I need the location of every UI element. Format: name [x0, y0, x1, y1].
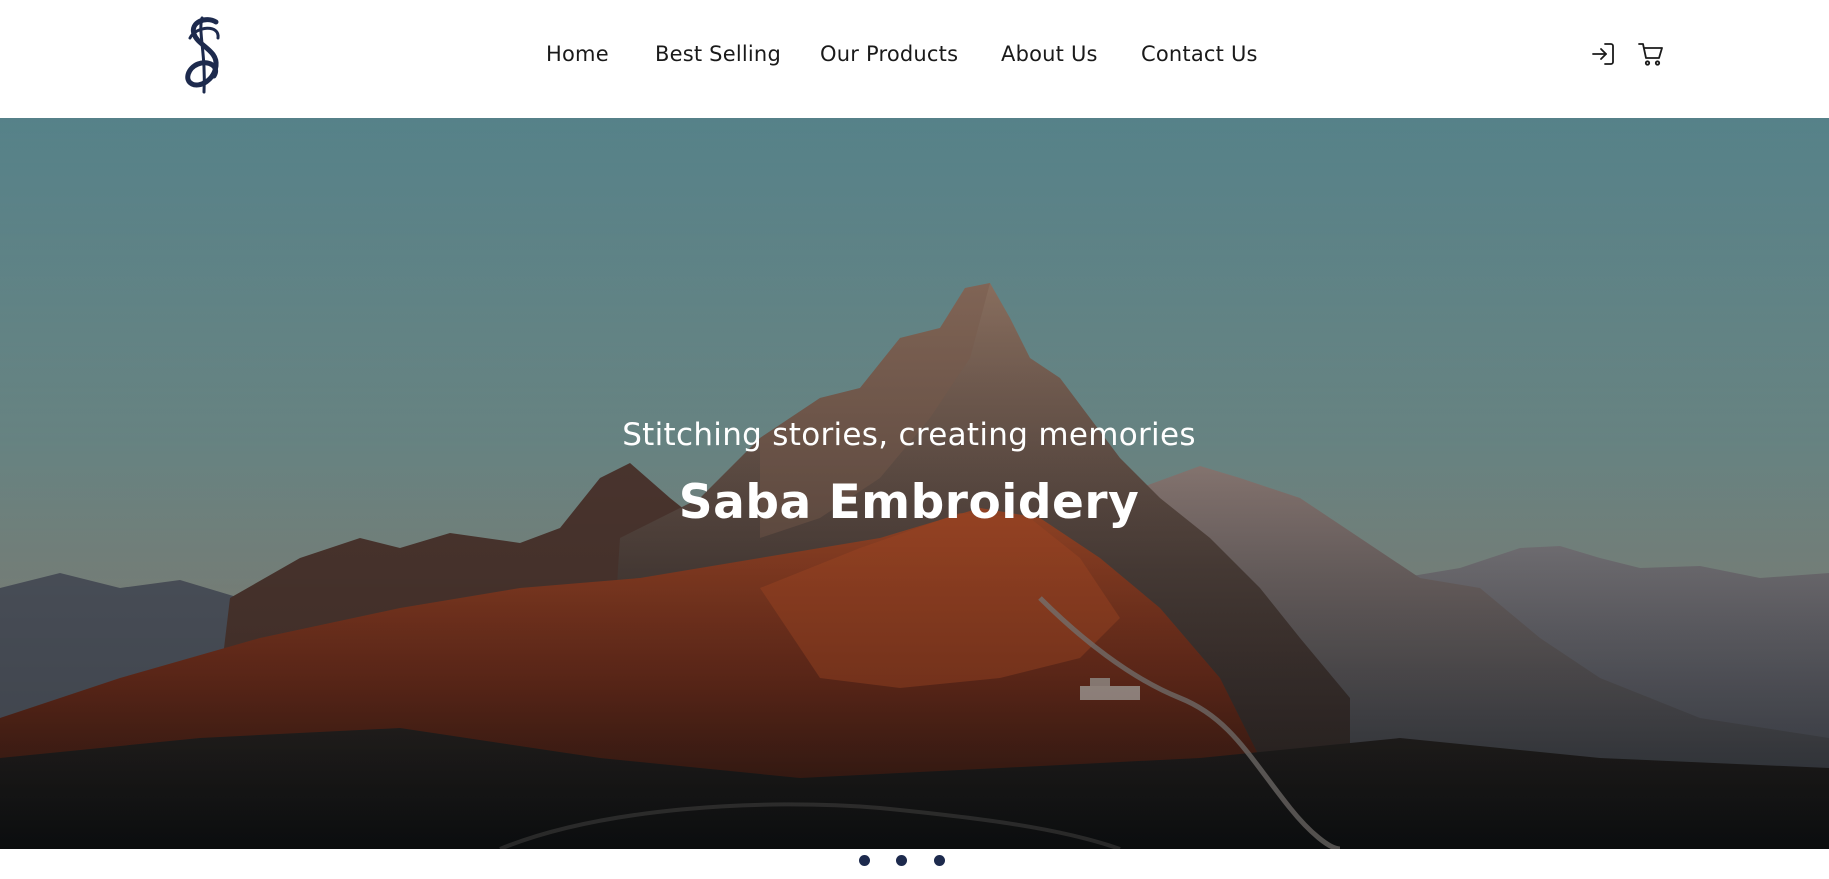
carousel-dot[interactable]	[896, 855, 907, 866]
nav-contact-us[interactable]: Contact Us	[1141, 42, 1258, 66]
nav-best-selling[interactable]: Best Selling	[655, 42, 781, 66]
nav-home[interactable]: Home	[546, 42, 609, 66]
carousel-dot[interactable]	[934, 855, 945, 866]
hero-title: Saba Embroidery	[678, 475, 1140, 530]
main-nav: Home Best Selling Our Products About Us …	[0, 0, 1829, 110]
carousel-indicators	[0, 855, 1829, 867]
carousel-dot[interactable]	[859, 855, 870, 866]
hero-subtitle: Stitching stories, creating memories	[622, 417, 1196, 453]
nav-about-us[interactable]: About Us	[1001, 42, 1098, 66]
nav-our-products[interactable]: Our Products	[820, 42, 958, 66]
cart-icon[interactable]	[1637, 40, 1665, 68]
site-header: Home Best Selling Our Products About Us …	[0, 0, 1829, 118]
hero-banner: Stitching stories, creating memories Sab…	[0, 118, 1829, 849]
login-icon[interactable]	[1589, 40, 1617, 68]
